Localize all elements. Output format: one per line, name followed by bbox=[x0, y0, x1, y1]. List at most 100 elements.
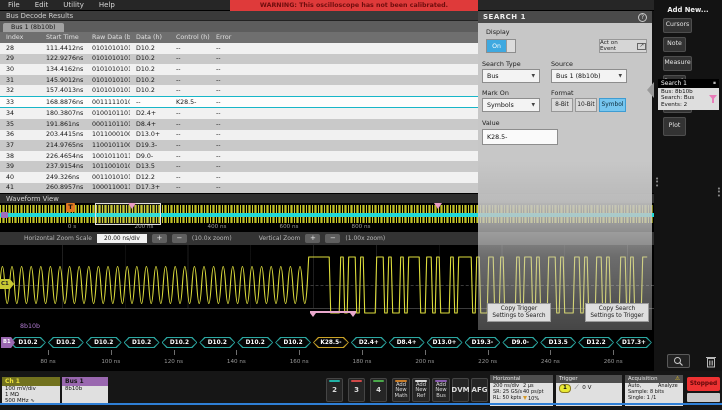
menu-item-edit[interactable]: Edit bbox=[35, 1, 58, 9]
column-header[interactable]: Index bbox=[0, 34, 40, 41]
format-8-bit-button[interactable]: 8-Bit bbox=[551, 98, 573, 112]
source-label: Source bbox=[551, 60, 573, 68]
table-row[interactable]: 28111.4412ns0101010101D10.2---- bbox=[0, 43, 478, 54]
vzoom-decrease-button[interactable]: − bbox=[325, 234, 340, 243]
decode-symbol-label: D2.4+ bbox=[359, 340, 379, 346]
sidebar-button-plot[interactable]: Plot bbox=[663, 117, 686, 136]
cell: -- bbox=[170, 110, 210, 117]
table-row[interactable]: 32157.4013ns0101010101D10.2---- bbox=[0, 85, 478, 96]
horizontal-panel[interactable]: Horizontal 200 ns/div2 µsSR: 25 GS/s40 p… bbox=[490, 375, 553, 406]
decode-symbol: D10.2 bbox=[162, 337, 198, 348]
format-10-bit-button[interactable]: 10-Bit bbox=[575, 98, 597, 112]
copy-search-to-trigger-button[interactable]: Copy Search Settings to Trigger bbox=[585, 303, 649, 322]
search-panel-header: SEARCH 1 ? bbox=[478, 11, 652, 23]
tab-bus1-8b10b[interactable]: Bus 1 (8b10b) bbox=[3, 23, 64, 32]
bus1-track-handle[interactable]: B1 bbox=[1, 337, 15, 348]
table-row[interactable]: 29122.9276ns0101010101D10.2---- bbox=[0, 54, 478, 65]
single-seq-button[interactable] bbox=[687, 393, 720, 402]
dvm-button[interactable]: DVM bbox=[452, 378, 469, 402]
sidebar-button-note[interactable]: Note bbox=[663, 37, 686, 52]
decode-table-body: 28111.4412ns0101010101D10.2----29122.927… bbox=[0, 43, 478, 193]
search-event-marker-2[interactable] bbox=[434, 203, 442, 209]
copy-trigger-to-search-button[interactable]: Copy Trigger Settings to Search bbox=[487, 303, 551, 322]
cell: D19.3- bbox=[130, 142, 170, 149]
search1-badge[interactable]: Search 1 ▪ Bus: 8b10bSearch: BusEvents: … bbox=[658, 79, 719, 110]
search-type-dropdown[interactable]: Bus ▼ bbox=[482, 69, 540, 83]
column-header[interactable]: Raw Data (b) bbox=[86, 34, 130, 41]
decode-symbol: D10.2 bbox=[48, 337, 84, 348]
column-header[interactable]: Error bbox=[210, 34, 262, 41]
panel-resize-handle[interactable]: ••• bbox=[655, 178, 659, 188]
decode-symbol: D10.2 bbox=[275, 337, 311, 348]
hzoom-decrease-button[interactable]: − bbox=[172, 234, 187, 243]
table-row[interactable]: 33168.8876ns0011111010--K28.5--- bbox=[0, 96, 478, 109]
search-event-marker-1[interactable] bbox=[128, 203, 136, 209]
channel-4-button[interactable]: 4 bbox=[370, 378, 387, 402]
menu-item-utility[interactable]: Utility bbox=[63, 1, 93, 9]
column-header[interactable]: Control (h) bbox=[170, 34, 210, 41]
search-panel-title: SEARCH 1 bbox=[483, 13, 526, 21]
channel-color-stripe bbox=[415, 380, 427, 382]
display-on-toggle[interactable]: On bbox=[486, 39, 516, 53]
cell: -- bbox=[210, 77, 262, 84]
sidebar-resize-handle[interactable]: ••• bbox=[717, 188, 721, 198]
act-on-event-button[interactable]: Act on Event ↗ bbox=[599, 39, 647, 53]
decode-symbol-label: D10.2 bbox=[284, 340, 303, 346]
source-dropdown[interactable]: Bus 1 (8b10b) ▼ bbox=[551, 69, 627, 83]
decode-symbol: D12.2 bbox=[578, 337, 614, 348]
cell: D12.2 bbox=[130, 174, 170, 181]
trash-icon bbox=[705, 355, 717, 368]
add-new-math-button[interactable]: Add New Math bbox=[392, 378, 410, 402]
sidebar-button-measure[interactable]: Measure bbox=[663, 56, 692, 71]
add-new-bus-button[interactable]: Add New Bus bbox=[432, 378, 450, 402]
sidebar-button-cursors[interactable]: Cursors bbox=[663, 18, 692, 33]
hzoom-scale-label: Horizontal Zoom Scale bbox=[24, 235, 92, 242]
search-value-input[interactable]: K28.5- bbox=[482, 129, 558, 145]
axis-tick-label: 220 ns bbox=[478, 359, 497, 365]
table-row[interactable]: 34180.3807ns0100101101D2.4+---- bbox=[0, 108, 478, 119]
column-header[interactable]: Data (h) bbox=[130, 34, 170, 41]
trigger-panel[interactable]: Trigger 1 ⟋ 0 V bbox=[556, 375, 622, 406]
table-row[interactable]: 36203.4415ns1011000100D13.0+---- bbox=[0, 130, 478, 141]
trigger-position-marker[interactable]: T bbox=[66, 203, 75, 212]
table-row[interactable]: 39237.9154ns1011001010D13.5---- bbox=[0, 161, 478, 172]
hzoom-scale-value[interactable]: 20.00 ns/div bbox=[97, 234, 147, 243]
decode-tab-strip: Bus 1 (8b10b) bbox=[0, 21, 478, 32]
help-icon[interactable]: ? bbox=[638, 13, 647, 22]
axis-tick-label: 120 ns bbox=[164, 359, 183, 365]
table-row[interactable]: 30134.4162ns0101010101D10.2---- bbox=[0, 64, 478, 75]
table-row[interactable]: 35191.861ns0001101101D8.4+---- bbox=[0, 119, 478, 130]
cell: -- bbox=[170, 77, 210, 84]
format-symbol-button[interactable]: Symbol bbox=[599, 98, 626, 112]
add-new-bus-button-label: Add New Bus bbox=[433, 381, 449, 400]
afg-button[interactable]: AFG bbox=[471, 378, 488, 402]
cell: -- bbox=[130, 99, 170, 106]
bus1-badge[interactable]: Bus 1 8b10b bbox=[62, 377, 108, 404]
column-header[interactable]: Start Time bbox=[40, 34, 86, 41]
cell: 28 bbox=[0, 45, 40, 52]
cell: 237.9154ns bbox=[40, 163, 86, 170]
cell: 145.9012ns bbox=[40, 77, 86, 84]
table-row[interactable]: 31145.9012ns0101010101D10.2---- bbox=[0, 75, 478, 86]
channel1-badge[interactable]: Ch 1 100 mV/div1 MΩ500 MHz ∿ bbox=[2, 377, 60, 405]
delete-button[interactable] bbox=[702, 353, 719, 369]
bus1-badge-title: Bus 1 bbox=[62, 377, 108, 386]
zoom-preview-button[interactable] bbox=[667, 354, 690, 368]
menu-item-help[interactable]: Help bbox=[99, 1, 124, 9]
add-new-ref-button[interactable]: Add New Ref bbox=[412, 378, 430, 402]
run-stop-status-button[interactable]: Stopped bbox=[687, 377, 720, 391]
table-row[interactable]: 37214.9765ns1100101100D19.3----- bbox=[0, 140, 478, 151]
channel-3-button[interactable]: 3 bbox=[348, 378, 365, 402]
acquisition-panel[interactable]: Acquisition ⚠ Auto, Analyze Sample: 8 bi… bbox=[625, 375, 683, 406]
table-row[interactable]: 41260.8957ns1000110011D17.3+---- bbox=[0, 183, 478, 194]
hzoom-increase-button[interactable]: + bbox=[152, 234, 167, 243]
table-row[interactable]: 40249.326ns0011010101D12.2---- bbox=[0, 172, 478, 183]
cell: -- bbox=[210, 121, 262, 128]
channel-2-button[interactable]: 2 bbox=[326, 378, 343, 402]
decode-symbol-label: D12.2 bbox=[587, 340, 606, 346]
menu-item-file[interactable]: File bbox=[8, 1, 29, 9]
vzoom-increase-button[interactable]: + bbox=[305, 234, 320, 243]
cell: -- bbox=[210, 87, 262, 94]
mark-on-dropdown[interactable]: Symbols ▼ bbox=[482, 98, 540, 112]
table-row[interactable]: 38226.4654ns1001011011D9.0----- bbox=[0, 151, 478, 162]
